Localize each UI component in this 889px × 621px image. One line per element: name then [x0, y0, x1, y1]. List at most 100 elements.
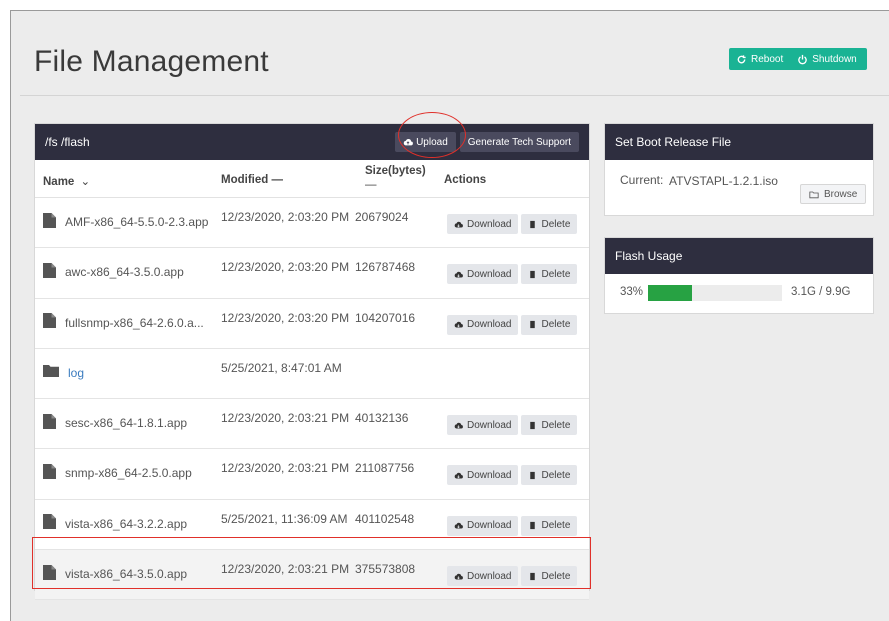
delete-button[interactable]: Delete: [521, 314, 578, 335]
file-size: 20679024: [355, 210, 409, 224]
download-button[interactable]: Download: [447, 515, 519, 536]
download-button[interactable]: Download: [447, 415, 519, 436]
download-button[interactable]: Download: [447, 214, 519, 234]
download-label: Download: [467, 218, 512, 230]
file-icon: [43, 514, 56, 530]
header-actions: Reboot Shutdown: [729, 48, 867, 70]
table-row[interactable]: AMF-x86_64-5.5.0-2.3.app 12/23/2020, 2:03…: [35, 198, 589, 249]
upload-label: Upload: [416, 136, 448, 148]
file-modified: 12/23/2020, 2:03:20 PM: [221, 310, 350, 325]
file-modified: 5/25/2021, 8:47:01 AM: [221, 360, 342, 375]
file-list-panel: /fs /flash Upload Generate Tech Support …: [34, 123, 590, 601]
file-modified: 12/23/2020, 2:03:20 PM: [221, 260, 350, 275]
file-name[interactable]: log: [68, 362, 84, 380]
current-path: /fs /flash: [45, 135, 90, 149]
table-row[interactable]: fullsnmp-x86_64-2.6.0.a... 12/23/2020, 2:…: [35, 299, 589, 349]
download-button[interactable]: Download: [447, 566, 519, 587]
file-size: 211087756: [355, 461, 415, 476]
flash-panel-title: Flash Usage: [615, 249, 683, 263]
table-header: Name ⌄ Modified — Size(bytes) — Actions: [35, 160, 589, 198]
row-actions: Download Delete: [447, 515, 578, 536]
shutdown-label: Shutdown: [812, 53, 857, 65]
download-button[interactable]: Download: [447, 465, 519, 486]
file-icon: [43, 413, 56, 429]
file-name: fullsnmp-x86_64-2.6.0.a...: [65, 315, 204, 330]
file-name-cell: awc-x86_64-3.5.0.app: [43, 261, 184, 279]
column-size[interactable]: Size(bytes): [365, 165, 426, 177]
table-row[interactable]: log 5/25/2021, 8:47:01 AM: [35, 349, 589, 400]
generate-tech-support-button[interactable]: Generate Tech Support: [459, 132, 579, 152]
file-name-cell: vista-x86_64-3.2.2.app: [43, 513, 187, 531]
upload-button[interactable]: Upload: [395, 132, 456, 152]
table-row[interactable]: sesc-x86_64-1.8.1.app 12/23/2020, 2:03:21…: [35, 399, 589, 450]
file-name-cell[interactable]: log: [43, 362, 84, 380]
row-actions: Download Delete: [447, 415, 578, 436]
trash-icon: [530, 522, 536, 530]
file-size: 126787468: [355, 260, 416, 275]
table-row[interactable]: vista-x86_64-3.5.0.app 12/23/2020, 2:03:2…: [35, 550, 589, 601]
refresh-icon: [737, 54, 746, 63]
trash-icon: [530, 270, 536, 278]
file-name: snmp-x86_64-2.5.0.app: [65, 466, 192, 481]
shutdown-button[interactable]: Shutdown: [790, 48, 863, 70]
trash-icon: [530, 320, 536, 329]
download-label: Download: [467, 268, 512, 280]
delete-label: Delete: [541, 268, 571, 280]
column-name[interactable]: Name ⌄: [43, 174, 90, 188]
boot-panel-title: Set Boot Release File: [615, 135, 732, 149]
download-button[interactable]: Download: [447, 314, 519, 335]
file-modified: 12/23/2020, 2:03:21 PM: [221, 562, 350, 577]
table-row[interactable]: awc-x86_64-3.5.0.app 12/23/2020, 2:03:20 …: [35, 248, 589, 299]
delete-button[interactable]: Delete: [521, 566, 578, 587]
download-label: Download: [467, 469, 512, 481]
delete-button[interactable]: Delete: [521, 264, 578, 285]
file-icon: [43, 463, 56, 479]
file-name-cell: vista-x86_64-3.5.0.app: [43, 563, 187, 581]
flash-usage-percent: 33%: [620, 286, 644, 298]
cloud-download-icon: [454, 321, 463, 328]
row-actions: Download Delete: [447, 214, 578, 234]
folder-icon: [809, 191, 819, 198]
flash-usage-panel: Flash Usage 33% 3.1G / 9.9G: [604, 237, 874, 314]
file-icon: [43, 564, 56, 580]
file-modified: 5/25/2021, 11:36:09 AM: [221, 511, 348, 526]
file-name-cell: snmp-x86_64-2.5.0.app: [43, 462, 192, 480]
file-modified: 12/23/2020, 2:03:21 PM: [221, 411, 350, 426]
download-label: Download: [467, 520, 512, 532]
table-row[interactable]: vista-x86_64-3.2.2.app 5/25/2021, 11:36:0…: [35, 500, 589, 551]
row-actions: Download Delete: [447, 314, 578, 335]
file-size: 401102548: [355, 511, 415, 526]
cloud-download-icon: [454, 422, 463, 429]
current-label: Current:: [620, 173, 664, 187]
delete-button[interactable]: Delete: [521, 465, 578, 486]
trash-icon: [530, 572, 536, 580]
delete-button[interactable]: Delete: [521, 214, 578, 234]
file-size: 375573808: [355, 562, 416, 577]
delete-button[interactable]: Delete: [521, 415, 578, 436]
delete-label: Delete: [541, 469, 571, 481]
file-name: awc-x86_64-3.5.0.app: [65, 265, 184, 280]
browse-label: Browse: [824, 188, 858, 200]
file-icon: [43, 212, 56, 228]
folder-icon: [43, 364, 59, 377]
download-button[interactable]: Download: [447, 264, 519, 285]
browse-button[interactable]: Browse: [800, 184, 867, 204]
delete-button[interactable]: Delete: [521, 515, 578, 536]
boot-panel-header: Set Boot Release File: [605, 124, 873, 160]
file-modified: 12/23/2020, 2:03:21 PM: [221, 461, 350, 476]
header-divider: [20, 95, 889, 96]
download-label: Download: [467, 319, 512, 331]
row-actions: Download Delete: [447, 566, 578, 587]
file-panel-header: /fs /flash Upload Generate Tech Support: [35, 124, 589, 160]
table-row[interactable]: snmp-x86_64-2.5.0.app 12/23/2020, 2:03:21…: [35, 449, 589, 500]
tech-support-label: Generate Tech Support: [467, 136, 571, 148]
delete-label: Delete: [541, 570, 571, 582]
delete-label: Delete: [541, 520, 571, 532]
reboot-button[interactable]: Reboot: [729, 48, 790, 70]
column-name-label: Name: [43, 176, 75, 188]
cloud-download-icon: [454, 472, 463, 479]
flash-usage-fill: [648, 285, 693, 301]
flash-panel-header: Flash Usage: [605, 238, 873, 274]
column-modified[interactable]: Modified —: [221, 174, 283, 186]
download-label: Download: [467, 419, 512, 431]
